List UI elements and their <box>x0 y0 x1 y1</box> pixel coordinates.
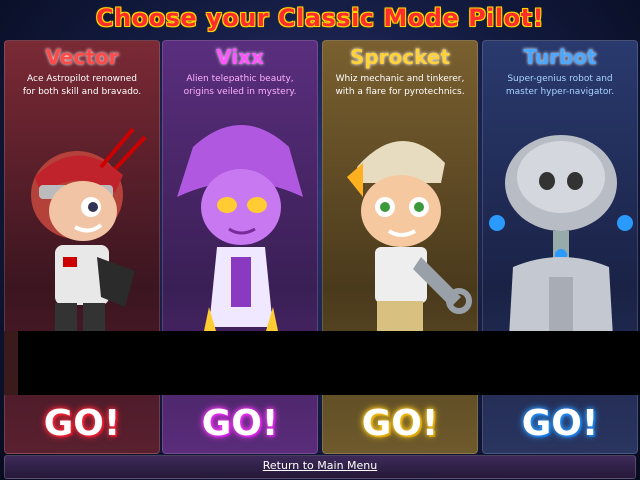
pilot-portrait-vixx <box>163 107 317 369</box>
go-button-vector[interactable]: GO! <box>5 403 159 444</box>
left-edge-strip <box>4 331 18 395</box>
footer-bar: Return to Main Menu <box>4 455 636 479</box>
go-button-turbot[interactable]: GO! <box>483 403 637 444</box>
pilot-name: Sprocket <box>349 45 451 69</box>
pilot-description: Alien telepathic beauty, origins veiled i… <box>183 74 297 97</box>
pilot-name: Vixx <box>216 45 264 69</box>
pilot-name: Vector <box>45 45 119 69</box>
pilot-description: Super-genius robot and master hyper-navig… <box>505 74 615 97</box>
return-to-main-menu-link[interactable]: Return to Main Menu <box>5 459 635 472</box>
pilot-portrait-turbot <box>483 107 637 369</box>
pilot-description: Ace Astropilot renowned for both skill an… <box>22 74 142 97</box>
redacted-region <box>18 331 640 395</box>
pilot-name: Turbot <box>523 45 597 69</box>
go-button-vixx[interactable]: GO! <box>163 403 317 444</box>
pilot-portrait-vector <box>5 107 159 369</box>
go-button-sprocket[interactable]: GO! <box>323 403 477 444</box>
pilot-portrait-sprocket <box>323 107 477 369</box>
page-title: Choose your Classic Mode Pilot! <box>95 4 545 32</box>
pilot-description: Whiz mechanic and tinkerer, with a flare … <box>335 74 465 97</box>
